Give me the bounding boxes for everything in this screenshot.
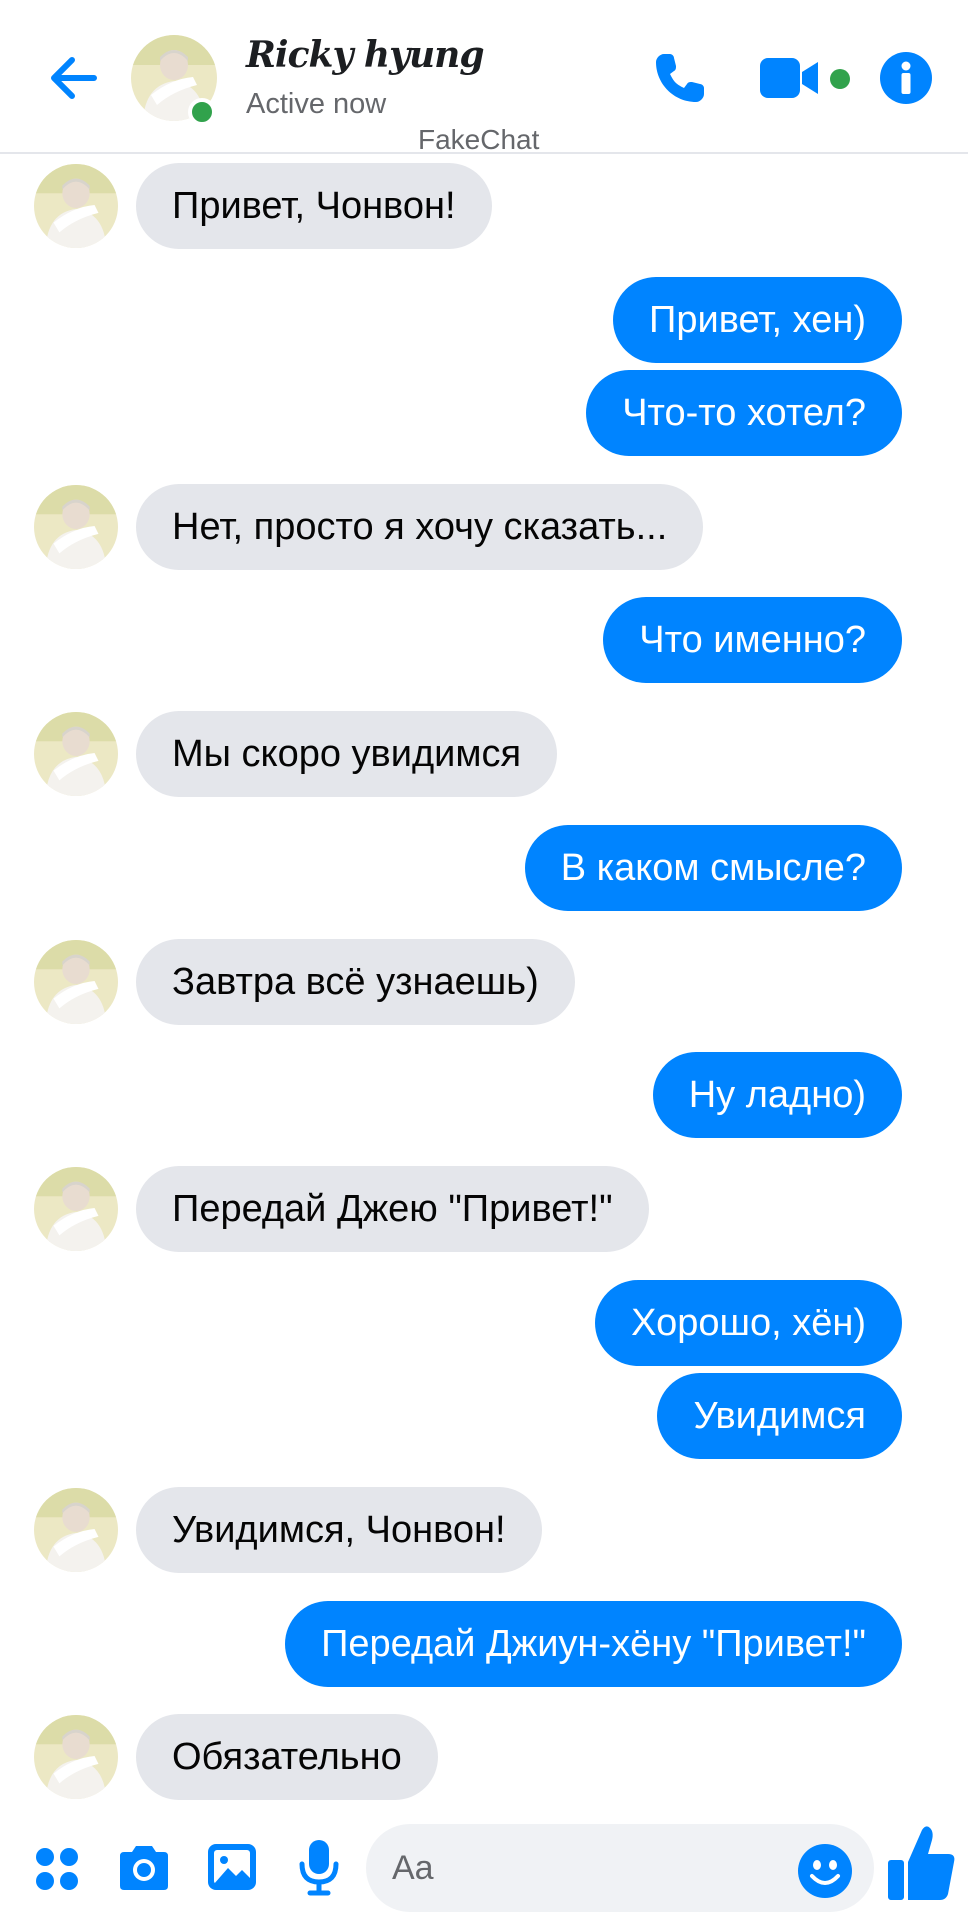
message-input-box bbox=[366, 1824, 874, 1912]
outgoing-message[interactable]: Увидимся bbox=[657, 1373, 902, 1459]
incoming-message[interactable]: Нет, просто я хочу сказать... bbox=[136, 484, 704, 570]
avatar[interactable] bbox=[34, 940, 118, 1024]
avatar[interactable] bbox=[34, 712, 118, 796]
microphone-icon[interactable] bbox=[298, 1838, 340, 1896]
outgoing-message[interactable]: В каком смысле? bbox=[524, 825, 902, 911]
incoming-message[interactable]: Передай Джею "Привет!" bbox=[136, 1166, 649, 1252]
outgoing-message[interactable]: Ну ладно) bbox=[652, 1052, 902, 1138]
incoming-message[interactable]: Увидимся, Чонвон! bbox=[136, 1487, 542, 1573]
message-input[interactable] bbox=[392, 1824, 772, 1912]
incoming-message[interactable]: Мы скоро увидимся bbox=[136, 711, 558, 797]
outgoing-message[interactable]: Передай Джиун-хёну "Привет!" bbox=[285, 1601, 902, 1687]
apps-grid-icon[interactable] bbox=[34, 1846, 80, 1892]
thumbs-up-icon[interactable] bbox=[886, 1824, 956, 1904]
avatar[interactable] bbox=[34, 1167, 118, 1251]
avatar[interactable] bbox=[34, 485, 118, 569]
message-composer bbox=[0, 1810, 968, 1920]
avatar[interactable] bbox=[34, 1488, 118, 1572]
camera-icon[interactable] bbox=[116, 1844, 172, 1892]
message-list[interactable]: Привет, Чонвон! Привет, хен) Что-то хоте… bbox=[0, 0, 968, 1920]
incoming-message[interactable]: Привет, Чонвон! bbox=[136, 163, 492, 249]
incoming-message[interactable]: Обязательно bbox=[136, 1714, 438, 1800]
outgoing-message[interactable]: Что именно? bbox=[603, 597, 902, 683]
outgoing-message[interactable]: Привет, хен) bbox=[613, 277, 902, 363]
emoji-icon[interactable] bbox=[798, 1844, 852, 1898]
gallery-icon[interactable] bbox=[206, 1842, 258, 1892]
avatar[interactable] bbox=[34, 1715, 118, 1799]
outgoing-message[interactable]: Что-то хотел? bbox=[586, 370, 902, 456]
avatar[interactable] bbox=[34, 164, 118, 248]
outgoing-message[interactable]: Хорошо, хён) bbox=[595, 1280, 902, 1366]
incoming-message[interactable]: Завтра всё узнаешь) bbox=[136, 939, 575, 1025]
